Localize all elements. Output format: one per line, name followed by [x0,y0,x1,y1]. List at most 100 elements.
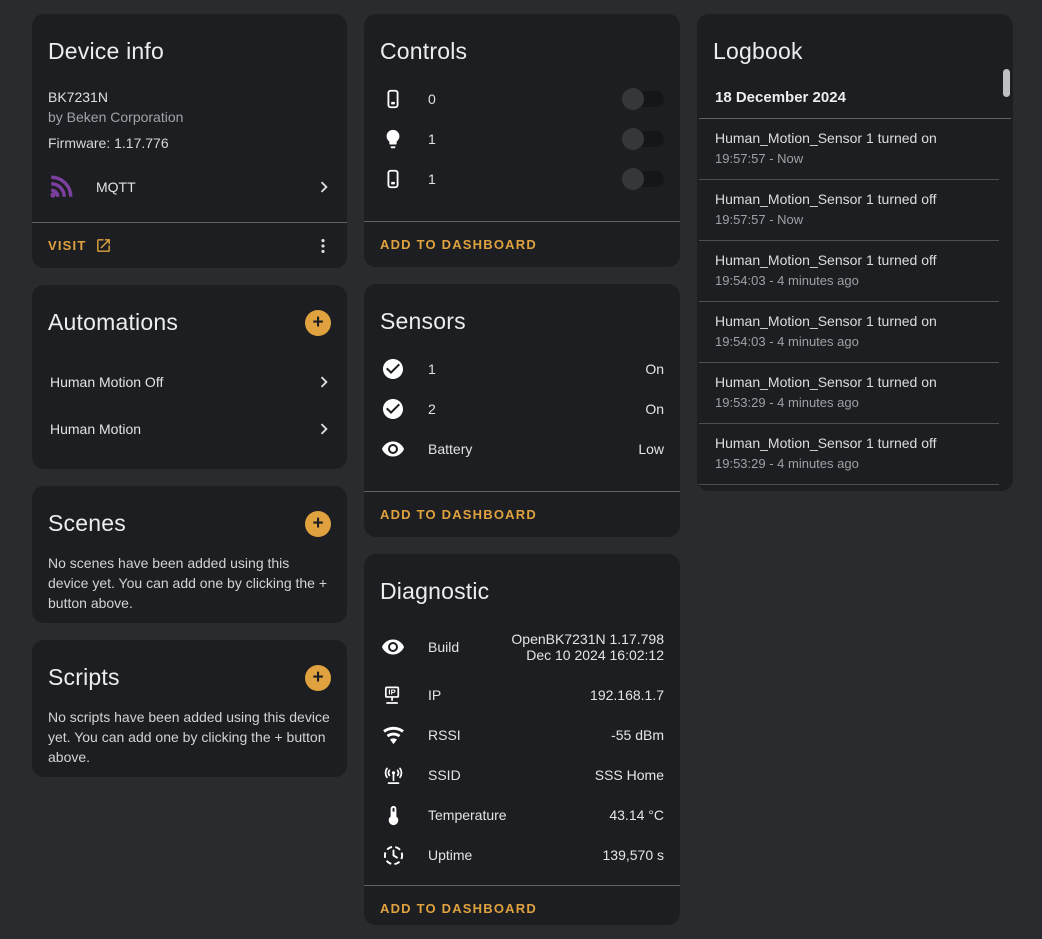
automation-item[interactable]: Human Motion [32,405,347,452]
control-name: 0 [428,91,622,107]
diagnostic-value: 192.168.1.7 [590,687,664,703]
device-manufacturer: by Beken Corporation [48,107,331,127]
logbook-entry-time: 19:53:29 - 4 minutes ago [715,455,997,473]
automation-label: Human Motion [50,421,141,437]
sensor-name: 2 [428,401,645,417]
logbook-entry[interactable]: Human_Motion_Sensor 1 turned off 19:54:0… [699,241,999,302]
controls-rows: 0 1 1 [364,79,680,199]
wifi-icon [380,724,406,747]
logbook-entry-name: Human_Motion_Sensor 1 turned on [715,129,997,148]
switch-icon [380,88,406,110]
sensors-card: Sensors 1 On 2 On [364,284,680,537]
logbook-date-header: 18 December 2024 [699,65,1011,119]
logbook-title: Logbook [697,14,1013,65]
add-to-dashboard-button[interactable]: ADD TO DASHBOARD [380,507,537,522]
automation-list: Human Motion Off Human Motion [32,358,347,452]
eye-icon [380,635,406,659]
diagnostic-row[interactable]: SSID SSS Home [364,755,680,795]
lightbulb-icon [380,128,406,150]
sensor-value: On [645,361,664,377]
logbook-scrollbar-thumb[interactable] [1003,69,1010,97]
logbook-entry[interactable]: Human_Motion_Sensor 1 turned off 19:57:5… [699,180,999,241]
diagnostic-name: Uptime [428,847,603,863]
diagnostic-row[interactable]: RSSI -55 dBm [364,715,680,755]
logbook-entry[interactable]: Human_Motion_Sensor 1 turned on 19:53:29… [699,363,999,424]
diagnostic-name: IP [428,687,590,703]
automation-item[interactable]: Human Motion Off [32,358,347,405]
diagnostic-row[interactable]: IP IP 192.168.1.7 [364,675,680,715]
diagnostic-row[interactable]: Build OpenBK7231N 1.17.798Dec 10 2024 16… [364,619,680,675]
mqtt-label: MQTT [96,179,313,195]
diagnostic-card: Diagnostic Build OpenBK7231N 1.17.798Dec… [364,554,680,925]
diagnostic-value: OpenBK7231N 1.17.798Dec 10 2024 16:02:12 [511,631,664,663]
control-name: 1 [428,131,622,147]
logbook-entry[interactable]: Human_Motion_Sensor 1 turned off 19:53:2… [699,424,999,485]
diagnostic-name: Build [428,639,511,655]
add-automation-button[interactable]: + [305,310,331,336]
ip-network-icon: IP [380,684,406,707]
visit-button[interactable]: VISIT [48,237,112,254]
device-menu-button[interactable] [307,230,339,262]
device-info-footer: VISIT [32,222,347,268]
toggle-switch[interactable] [622,131,664,147]
access-point-icon [380,764,406,787]
automations-card: Automations + Human Motion Off Human Mot… [32,285,347,469]
build-date: Dec 10 2024 16:02:12 [511,647,664,663]
logbook-entry-name: Human_Motion_Sensor 1 turned off [715,190,997,209]
diagnostic-row[interactable]: Temperature 43.14 °C [364,795,680,835]
diagnostic-rows: Build OpenBK7231N 1.17.798Dec 10 2024 16… [364,619,680,875]
scenes-title: Scenes [48,510,126,537]
logbook-entry[interactable]: Human_Motion_Sensor 1 turned on 19:54:03… [699,302,999,363]
toggle-switch[interactable] [622,91,664,107]
logbook-entry-time: 19:53:29 - 4 minutes ago [715,394,997,412]
mqtt-connection-row[interactable]: MQTT [32,162,347,212]
control-row: 0 [364,79,680,119]
logbook-entry-name: Human_Motion_Sensor 1 turned off [715,434,997,453]
device-firmware: Firmware: 1.17.776 [32,127,347,151]
toggle-thumb [622,168,644,190]
add-to-dashboard-button[interactable]: ADD TO DASHBOARD [380,237,537,252]
chevron-right-icon [313,418,335,440]
sensor-row[interactable]: 1 On [364,349,680,389]
sensor-row[interactable]: Battery Low [364,429,680,469]
middle-column: Controls 0 1 [364,14,680,925]
device-page: Device info BK7231N by Beken Corporation… [0,0,1042,939]
sensor-name: 1 [428,361,645,377]
diagnostic-name: SSID [428,767,595,783]
open-in-new-icon [95,237,112,254]
logbook-entry-name: Human_Motion_Sensor 1 turned on [715,373,997,392]
add-scene-button[interactable]: + [305,511,331,537]
scripts-title: Scripts [48,664,120,691]
switch-icon [380,168,406,190]
controls-title: Controls [364,14,680,65]
scenes-empty-text: No scenes have been added using this dev… [32,537,347,623]
visit-label: VISIT [48,238,87,253]
logbook-entry-time: 19:57:57 - Now [715,150,997,168]
diagnostic-value: 139,570 s [603,847,665,863]
toggle-switch[interactable] [622,171,664,187]
device-identity: BK7231N by Beken Corporation [32,65,347,127]
thermometer-icon [380,804,406,827]
logbook-entry-name: Human_Motion_Sensor 1 turned off [715,251,997,270]
sensors-rows: 1 On 2 On Battery Low [364,349,680,469]
logbook-entry-name: Human_Motion_Sensor 1 turned on [715,312,997,331]
add-to-dashboard-button[interactable]: ADD TO DASHBOARD [380,901,537,916]
toggle-thumb [622,128,644,150]
chevron-right-icon [313,176,335,198]
diagnostic-value: -55 dBm [611,727,664,743]
diagnostic-row[interactable]: Uptime 139,570 s [364,835,680,875]
add-script-button[interactable]: + [305,665,331,691]
kebab-menu-icon [313,236,333,256]
logbook-entry[interactable]: Human_Motion_Sensor 1 turned on 19:57:57… [699,119,999,180]
sensor-row[interactable]: 2 On [364,389,680,429]
device-info-card: Device info BK7231N by Beken Corporation… [32,14,347,268]
sensor-value: On [645,401,664,417]
sensors-footer: ADD TO DASHBOARD [364,491,680,537]
toggle-thumb [622,88,644,110]
automation-label: Human Motion Off [50,374,163,390]
device-info-title: Device info [32,14,347,65]
sensor-name: Battery [428,441,638,457]
diagnostic-title: Diagnostic [364,554,680,605]
diagnostic-value: SSS Home [595,767,664,783]
controls-footer: ADD TO DASHBOARD [364,221,680,267]
